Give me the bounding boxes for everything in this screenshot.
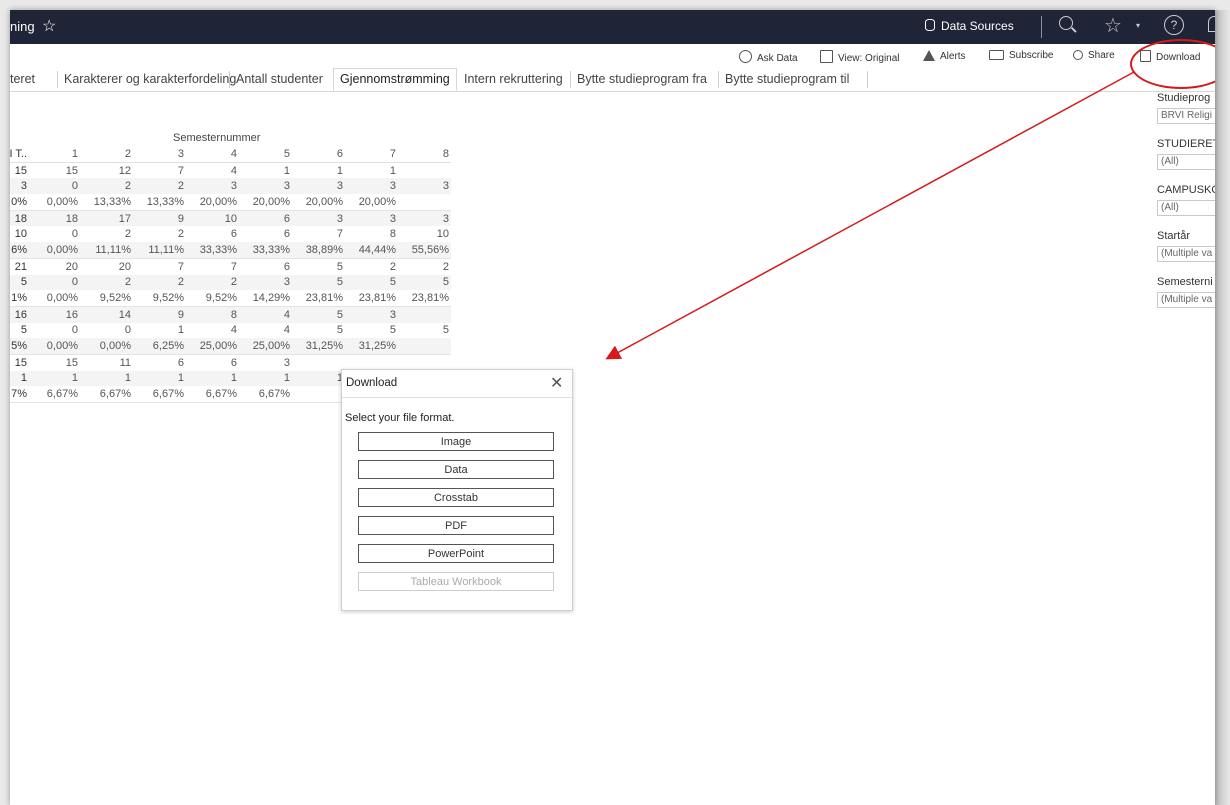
tableau-window: ning ☆ Data Sources ☆ ▾ ? Ask Data View:…: [10, 10, 1215, 805]
annotation-arrow: [605, 71, 1135, 360]
page-edge-shadow: [1215, 10, 1230, 805]
